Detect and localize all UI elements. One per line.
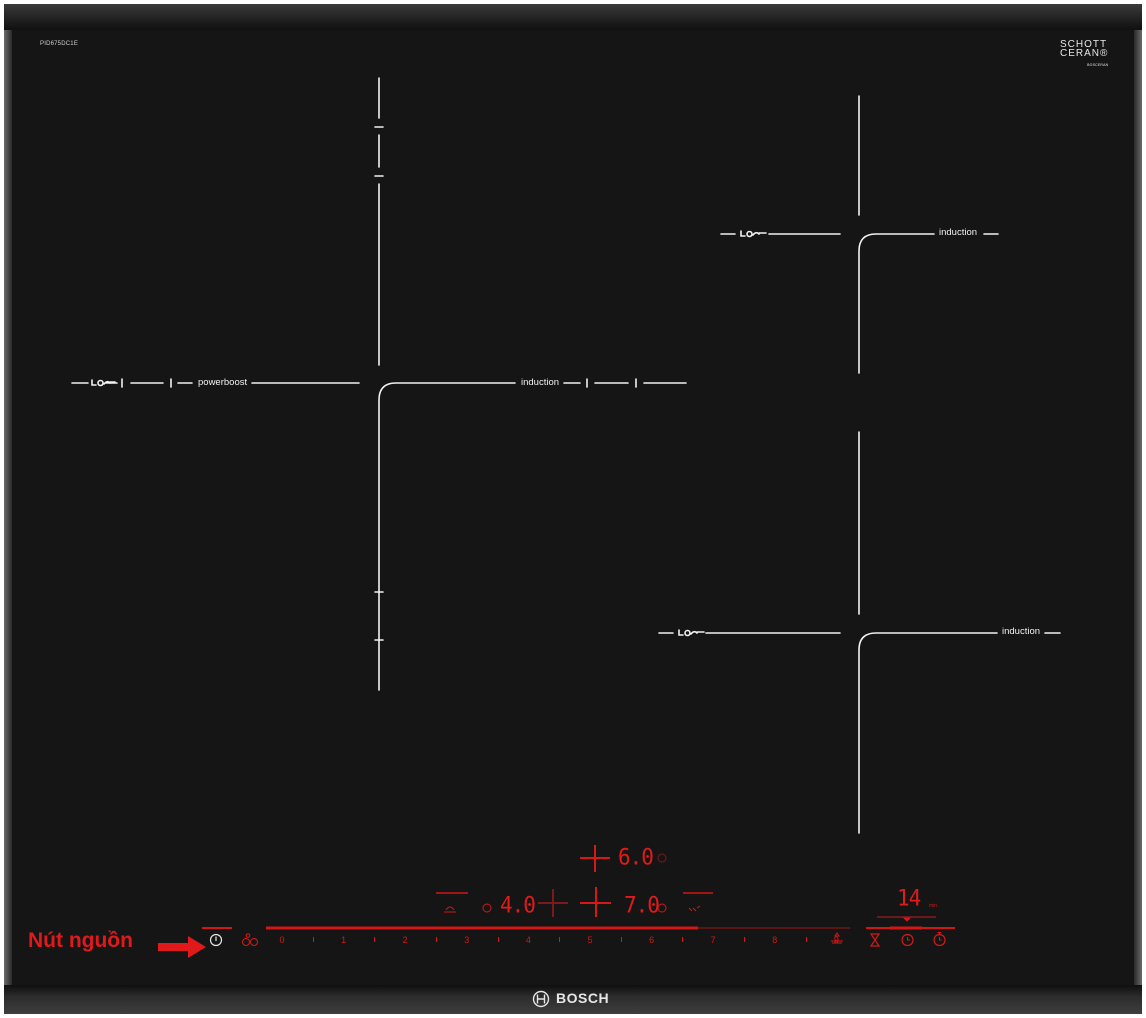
zone-label-right-bottom-induction: induction bbox=[1002, 626, 1041, 637]
power-icon bbox=[209, 933, 223, 947]
zone-label-right-top-induction: induction bbox=[939, 227, 978, 238]
timer-function-button[interactable] bbox=[868, 933, 882, 950]
brand-name: BOSCH bbox=[556, 990, 610, 1006]
stopwatch-button[interactable] bbox=[931, 931, 947, 950]
timer-unit: min bbox=[929, 903, 938, 909]
cooking-zone-markings bbox=[71, 77, 1061, 930]
arrow-right-icon bbox=[158, 936, 206, 958]
timer-button[interactable] bbox=[899, 932, 915, 950]
slider-tick bbox=[374, 937, 376, 942]
child-lock-icon bbox=[242, 933, 258, 946]
zone-label-powerboost: powerboost bbox=[198, 377, 248, 388]
zone-label-left-induction: induction bbox=[521, 377, 560, 388]
slider-level-7[interactable]: 7 bbox=[707, 935, 719, 945]
power-button-annotation: Nút nguồn bbox=[28, 929, 133, 952]
power-button[interactable] bbox=[208, 933, 224, 950]
slider-tick bbox=[497, 937, 499, 942]
boost-button[interactable] bbox=[829, 931, 845, 948]
slider-tick bbox=[559, 937, 561, 942]
zone-level-display-top[interactable]: 6.0 bbox=[618, 844, 654, 869]
slider-tick bbox=[805, 937, 807, 942]
slider-tick bbox=[312, 937, 314, 942]
slider-level-2[interactable]: 2 bbox=[399, 935, 411, 945]
timer-icon bbox=[900, 933, 914, 947]
slider-level-4[interactable]: 4 bbox=[522, 935, 534, 945]
slider-level-3[interactable]: 3 bbox=[461, 935, 473, 945]
boost-icon bbox=[831, 932, 843, 944]
slider-level-6[interactable]: 6 bbox=[646, 935, 658, 945]
slider-tick bbox=[682, 937, 684, 942]
timer-display[interactable]: 14 bbox=[897, 885, 921, 910]
slider-level-1[interactable]: 1 bbox=[338, 935, 350, 945]
hourglass-icon bbox=[869, 933, 881, 947]
slider-tick bbox=[620, 937, 622, 942]
slider-tick bbox=[436, 937, 437, 942]
bosch-armature-icon bbox=[532, 990, 550, 1008]
slider-tick bbox=[744, 937, 745, 942]
child-lock-button[interactable] bbox=[241, 933, 259, 950]
slider-level-5[interactable]: 5 bbox=[584, 935, 596, 945]
zone-level-display-right[interactable]: 7.0 bbox=[624, 892, 660, 917]
zone-level-display-left[interactable]: 4.0 bbox=[500, 892, 536, 917]
slider-level-8[interactable]: 8 bbox=[769, 935, 781, 945]
stopwatch-icon bbox=[932, 932, 946, 947]
slider-level-0[interactable]: 0 bbox=[276, 935, 288, 945]
